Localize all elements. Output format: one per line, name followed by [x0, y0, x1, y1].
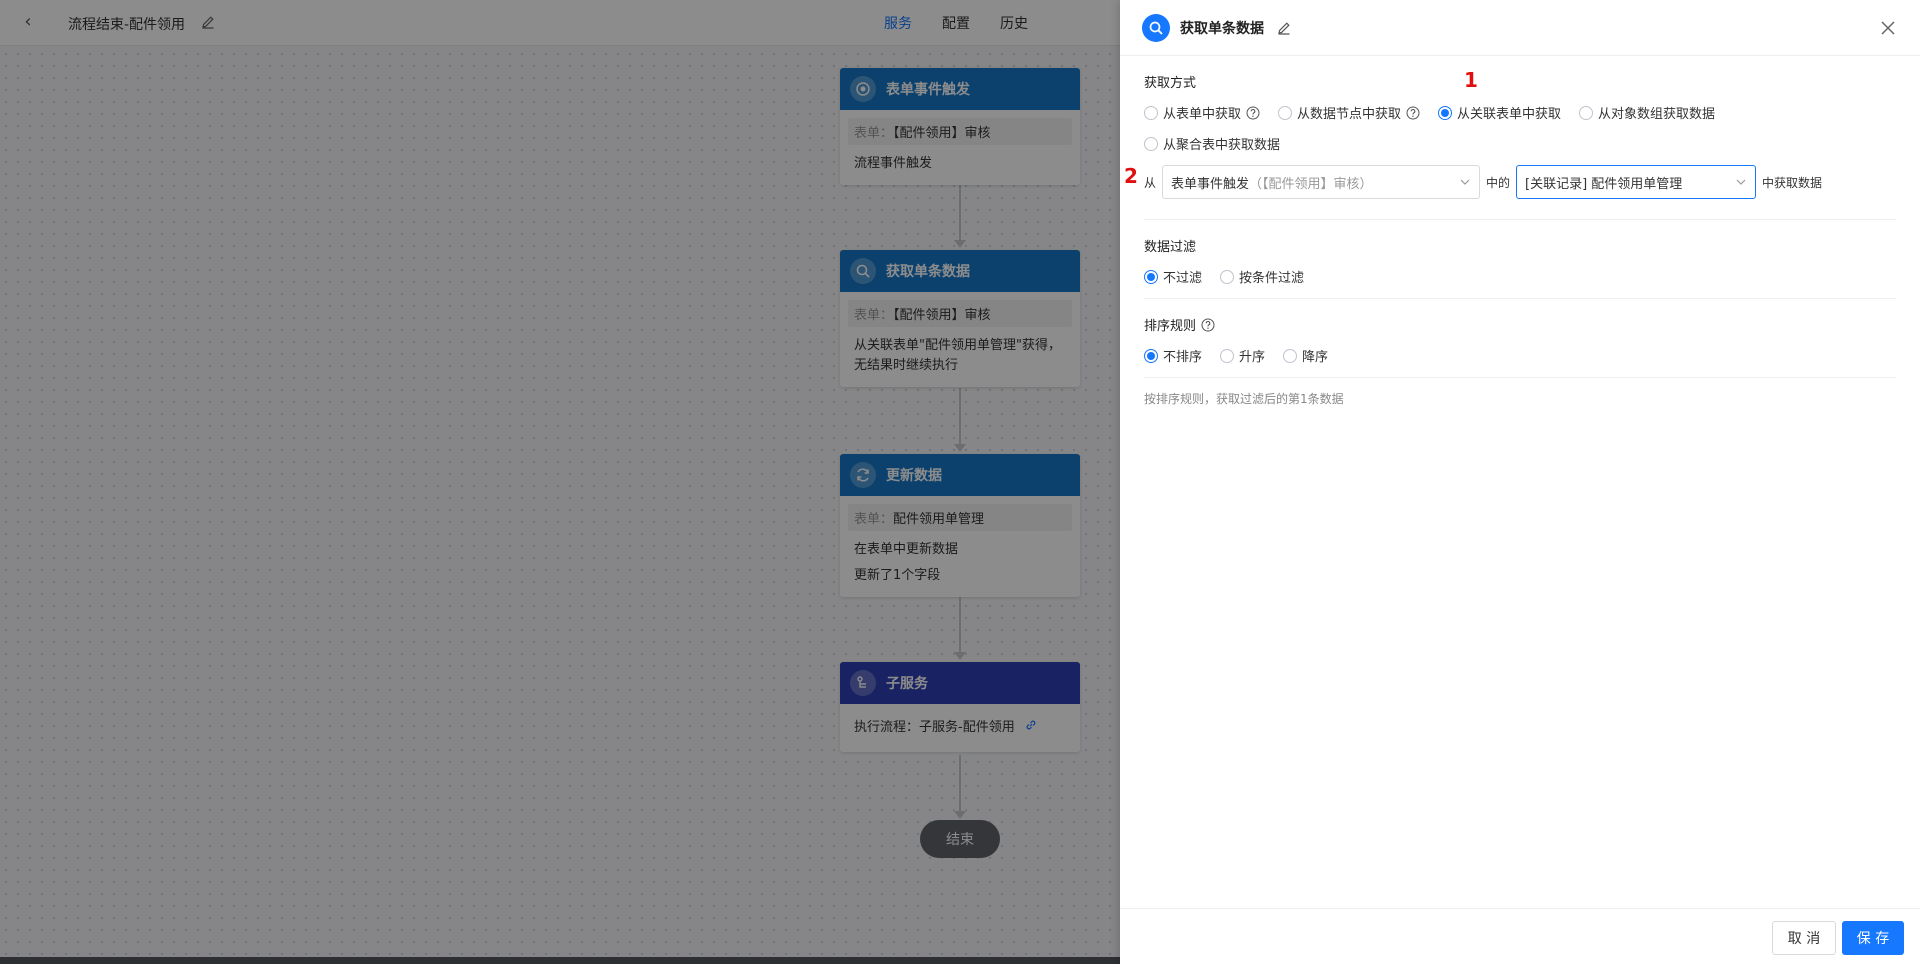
- sort-label: 排序规则: [1144, 319, 1197, 334]
- radio-from-linked-form[interactable]: 从关联表单中获取: [1438, 103, 1561, 122]
- sort-options: 不排序 升序 降序: [1144, 346, 1896, 365]
- panel-body: 获取方式 从表单中获取 从数据节点中获取 从关联表单中获取 从对象数组获取数据 …: [1144, 56, 1896, 407]
- panel-title: 获取单条数据: [1180, 20, 1264, 37]
- radio-label: 从聚合表中获取数据: [1163, 138, 1281, 153]
- cancel-button[interactable]: 取 消: [1772, 921, 1836, 955]
- fetch-method-options-row2: 从聚合表中获取数据: [1144, 134, 1896, 153]
- target-field-select[interactable]: [关联记录] 配件领用单管理: [1516, 165, 1757, 199]
- radio-label: 从表单中获取: [1163, 107, 1242, 122]
- radio-label: 从数据节点中获取: [1297, 107, 1402, 122]
- panel-footer: 取 消 保 存: [1120, 908, 1920, 964]
- radio-from-form[interactable]: 从表单中获取: [1144, 103, 1260, 122]
- source-node-select[interactable]: 表单事件触发（【配件领用】审核）: [1162, 165, 1481, 199]
- filter-label: 数据过滤: [1144, 240, 1197, 255]
- edit-pencil-icon[interactable]: [1276, 20, 1292, 36]
- radio-label: 不过滤: [1163, 271, 1203, 286]
- close-icon[interactable]: [1878, 18, 1898, 38]
- node-config-panel: 获取单条数据 1 2 获取方式 从表单中获取 从数据节点中获取 从关联表单中获取…: [1120, 0, 1920, 964]
- help-icon[interactable]: [1201, 318, 1215, 332]
- fetch-method-label: 获取方式: [1144, 76, 1197, 91]
- radio-from-data-node[interactable]: 从数据节点中获取: [1278, 103, 1420, 122]
- source-main-text: 表单事件触发: [1171, 176, 1250, 192]
- radio-sort-desc[interactable]: 降序: [1283, 346, 1328, 365]
- help-icon[interactable]: [1406, 106, 1420, 120]
- radio-label: 按条件过滤: [1239, 271, 1305, 286]
- radio-sort-asc[interactable]: 升序: [1220, 346, 1265, 365]
- radio-label: 不排序: [1163, 350, 1203, 365]
- radio-filter-by-condition[interactable]: 按条件过滤: [1220, 267, 1304, 286]
- help-icon[interactable]: [1246, 106, 1260, 120]
- radio-from-aggregate-table[interactable]: 从聚合表中获取数据: [1144, 134, 1280, 153]
- search-icon: [1142, 13, 1170, 42]
- radio-label: 升序: [1239, 350, 1266, 365]
- modal-overlay[interactable]: [0, 0, 1120, 964]
- source-select-value: 表单事件触发（【配件领用】审核）: [1171, 173, 1373, 192]
- sort-hint-text: 按排序规则，获取过滤后的第1条数据: [1144, 392, 1344, 406]
- radio-label: 从关联表单中获取: [1457, 107, 1562, 122]
- radio-from-object-array[interactable]: 从对象数组获取数据: [1579, 103, 1715, 122]
- panel-header: 获取单条数据: [1120, 0, 1920, 56]
- middle-text: 中的: [1486, 175, 1511, 190]
- target-select-value: [关联记录] 配件领用单管理: [1525, 176, 1683, 192]
- chevron-down-icon: [1460, 179, 1470, 185]
- sort-label-row: 排序规则: [1144, 315, 1896, 334]
- save-button[interactable]: 保 存: [1842, 921, 1904, 955]
- source-muted-text: （【配件领用】审核）: [1249, 176, 1373, 192]
- fetch-method-options: 从表单中获取 从数据节点中获取 从关联表单中获取 从对象数组获取数据: [1144, 103, 1896, 122]
- filter-options: 不过滤 按条件过滤: [1144, 267, 1896, 286]
- annotation-marker-2: 2: [1124, 164, 1138, 188]
- radio-no-sort[interactable]: 不排序: [1144, 346, 1202, 365]
- radio-no-filter[interactable]: 不过滤: [1144, 267, 1202, 286]
- radio-label: 降序: [1302, 350, 1329, 365]
- suffix-text: 中获取数据: [1762, 175, 1823, 190]
- source-select-row: 从 表单事件触发（【配件领用】审核） 中的 [关联记录] 配件领用单管理 中获取…: [1144, 165, 1896, 199]
- scrollbar-strip: [0, 957, 1120, 964]
- divider: [1144, 298, 1896, 299]
- divider: [1144, 219, 1896, 220]
- divider: [1144, 377, 1896, 378]
- from-prefix: 从: [1144, 175, 1157, 190]
- chevron-down-icon: [1736, 179, 1746, 185]
- radio-label: 从对象数组获取数据: [1598, 107, 1716, 122]
